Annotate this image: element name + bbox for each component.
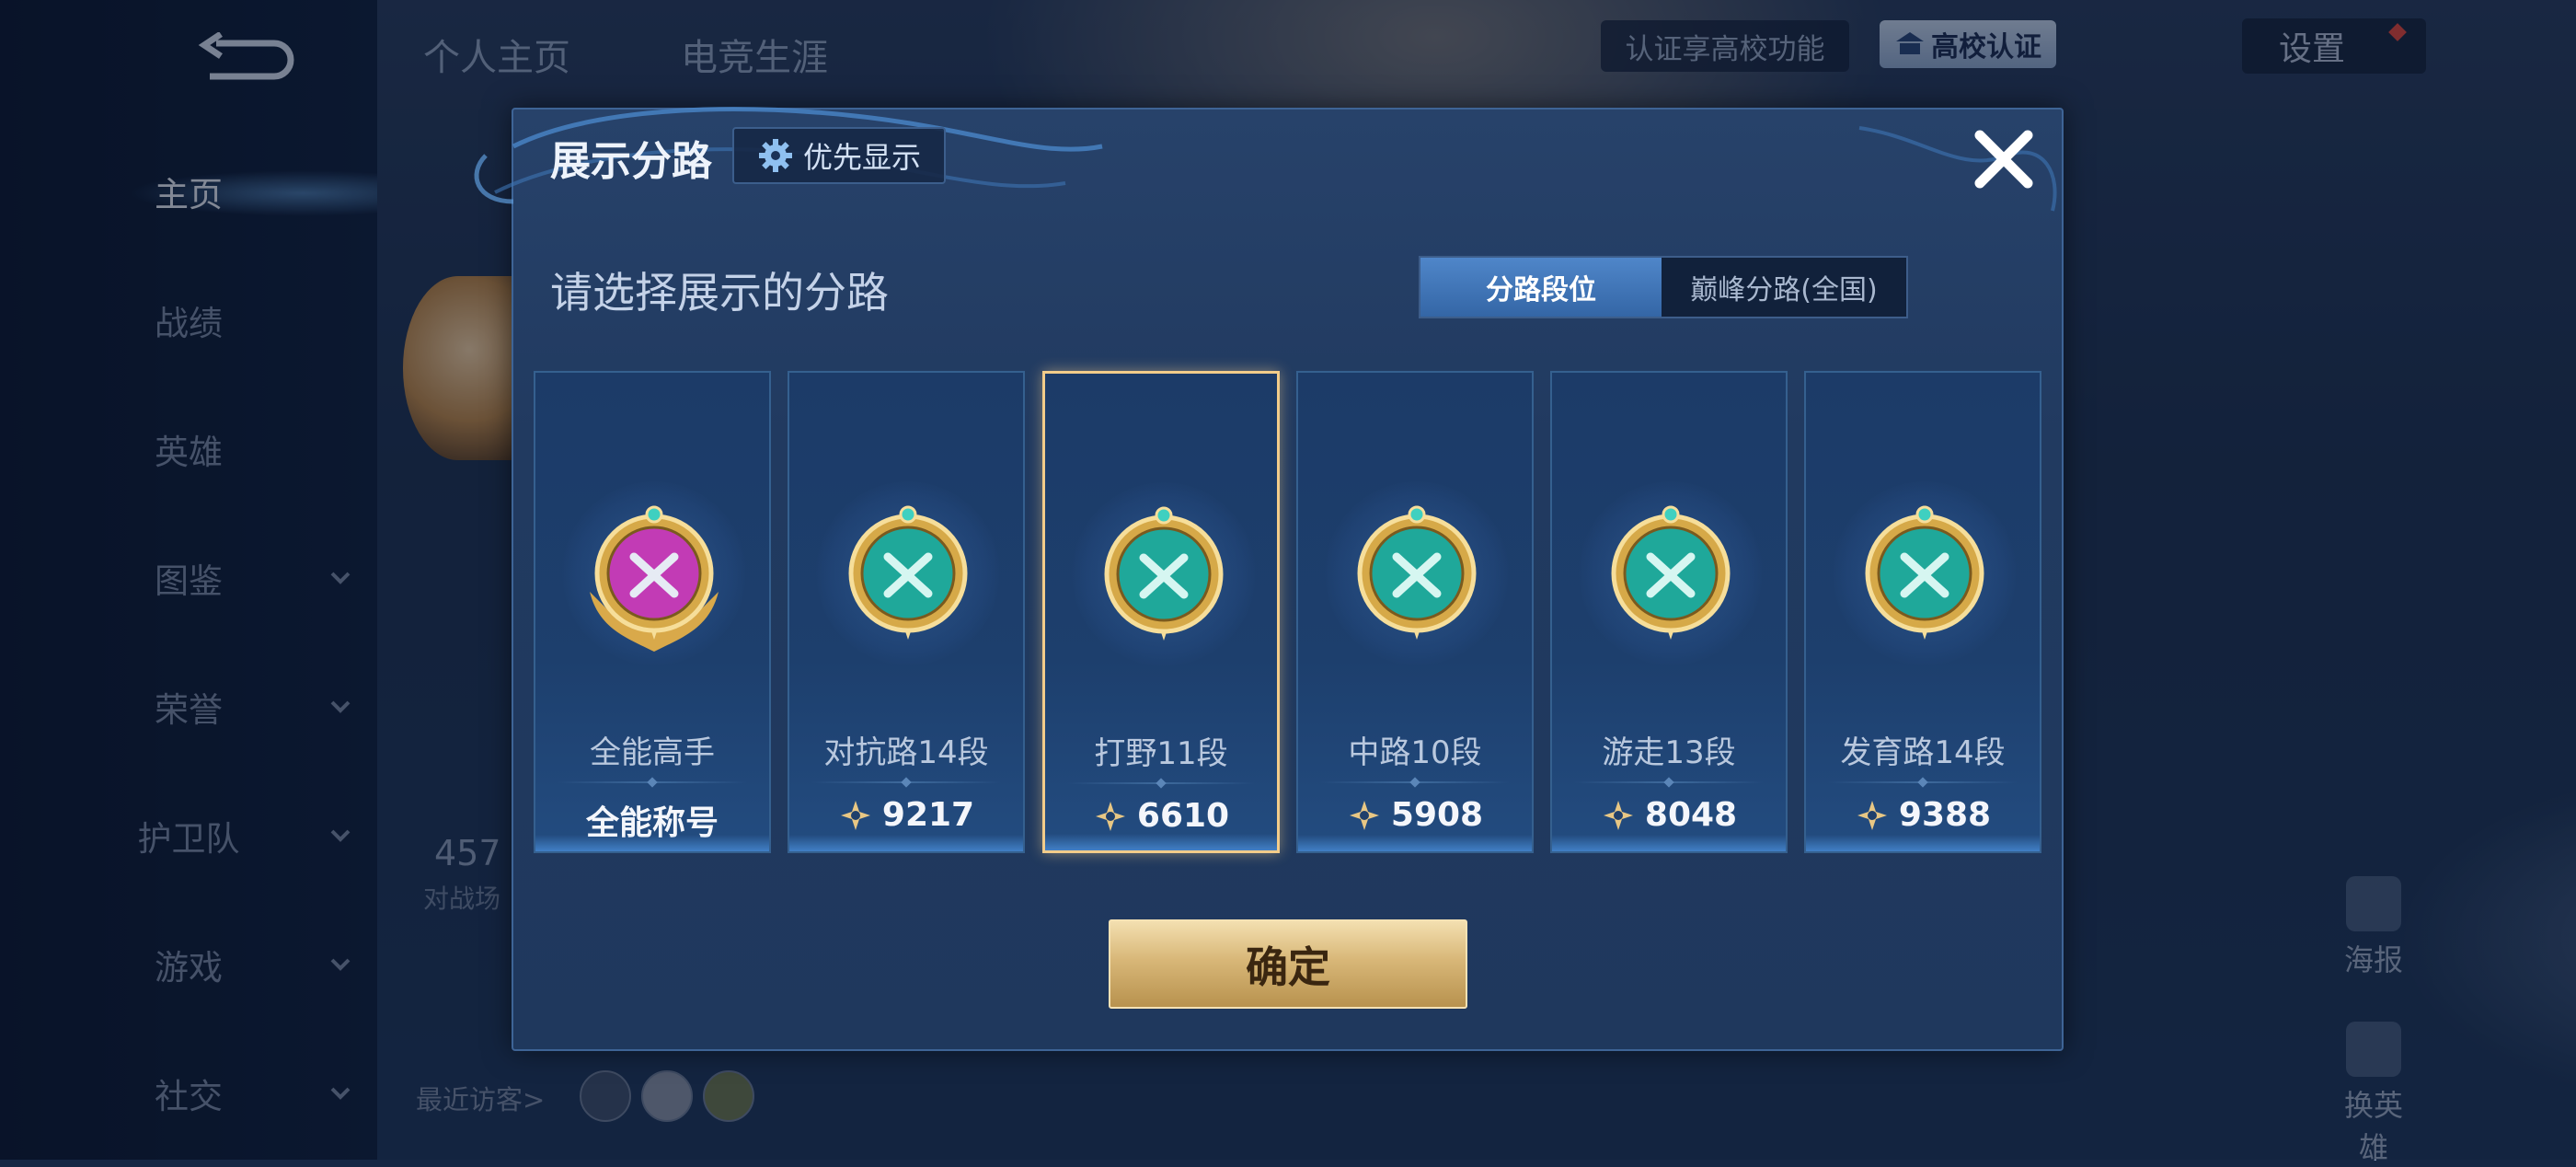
- lane-rank-badge-icon: [1357, 505, 1477, 640]
- segment-peak-lane-national[interactable]: 巅峰分路(全国): [1662, 258, 1906, 317]
- close-button[interactable]: [1967, 122, 2041, 196]
- close-icon: [1974, 130, 2033, 189]
- segment-lane-rank[interactable]: 分路段位: [1420, 258, 1662, 317]
- divider-diamond: [1409, 777, 1420, 788]
- lane-card[interactable]: 游走13段 8048: [1550, 371, 1788, 853]
- peak-points-icon: [840, 800, 870, 830]
- lane-score-value: 9388: [1898, 796, 1992, 834]
- divider-diamond: [1156, 778, 1167, 789]
- lane-rank-badge-icon: [1611, 505, 1731, 640]
- lane-card[interactable]: 全能高手 全能称号: [534, 371, 771, 853]
- card-divider: [811, 777, 1001, 788]
- priority-display-label: 优先显示: [802, 140, 921, 175]
- lane-score-value: 6610: [1136, 797, 1230, 835]
- lane-score: 8048: [1552, 796, 1786, 834]
- peak-points-icon: [1857, 800, 1887, 830]
- lane-rank-badge-icon: [1104, 506, 1224, 641]
- lane-score: 6610: [1045, 797, 1277, 835]
- lane-score: 5908: [1298, 796, 1532, 834]
- lane-mode-toggle: 分路段位 巅峰分路(全国): [1419, 256, 1908, 318]
- card-divider: [1067, 778, 1255, 789]
- peak-points-icon: [1603, 800, 1633, 830]
- lane-rank-badge-icon: [1865, 505, 1984, 640]
- lane-card[interactable]: 对抗路14段 9217: [788, 371, 1025, 853]
- lane-card[interactable]: 发育路14段 9388: [1804, 371, 2041, 853]
- card-divider: [558, 777, 747, 788]
- lane-score-value: 5908: [1390, 796, 1484, 834]
- peak-points-icon: [1349, 800, 1379, 830]
- card-divider: [1320, 777, 1510, 788]
- all-round-badge-icon: [590, 505, 719, 652]
- peak-points-icon: [1095, 801, 1125, 831]
- lane-card[interactable]: 打野11段 6610: [1042, 371, 1280, 853]
- lane-name: 对抗路14段: [823, 734, 989, 771]
- priority-display-button[interactable]: 优先显示: [732, 127, 946, 184]
- divider-diamond: [1917, 777, 1928, 788]
- confirm-button[interactable]: 确定: [1109, 919, 1467, 1009]
- card-divider: [1828, 777, 2018, 788]
- lane-name: 游走13段: [1602, 734, 1736, 771]
- lane-card[interactable]: 中路10段 5908: [1296, 371, 1534, 853]
- dialog-title: 展示分路: [550, 138, 712, 185]
- lane-score-value: 8048: [1644, 796, 1738, 834]
- lane-name: 中路10段: [1348, 734, 1482, 771]
- lane-name: 打野11段: [1094, 735, 1228, 772]
- lane-name: 全能高手: [590, 734, 715, 771]
- divider-diamond: [901, 777, 912, 788]
- lane-name: 发育路14段: [1840, 734, 2006, 771]
- lane-score: 9388: [1806, 796, 2040, 834]
- lane-score-value: 全能称号: [585, 804, 719, 842]
- card-divider: [1574, 777, 1764, 788]
- lane-score: 9217: [789, 796, 1023, 834]
- lane-display-dialog: 展示分路 优先显示 请选择展示的分路 分路段位 巅峰分路(全国) 全能高手全能称…: [474, 107, 2064, 1051]
- lane-score: 全能称号: [535, 796, 769, 844]
- lane-score-value: 9217: [881, 796, 975, 834]
- divider-diamond: [647, 777, 658, 788]
- dialog-subtitle: 请选择展示的分路: [550, 268, 889, 318]
- lane-rank-badge-icon: [848, 505, 968, 640]
- divider-diamond: [1663, 777, 1674, 788]
- gear-icon: [758, 139, 792, 172]
